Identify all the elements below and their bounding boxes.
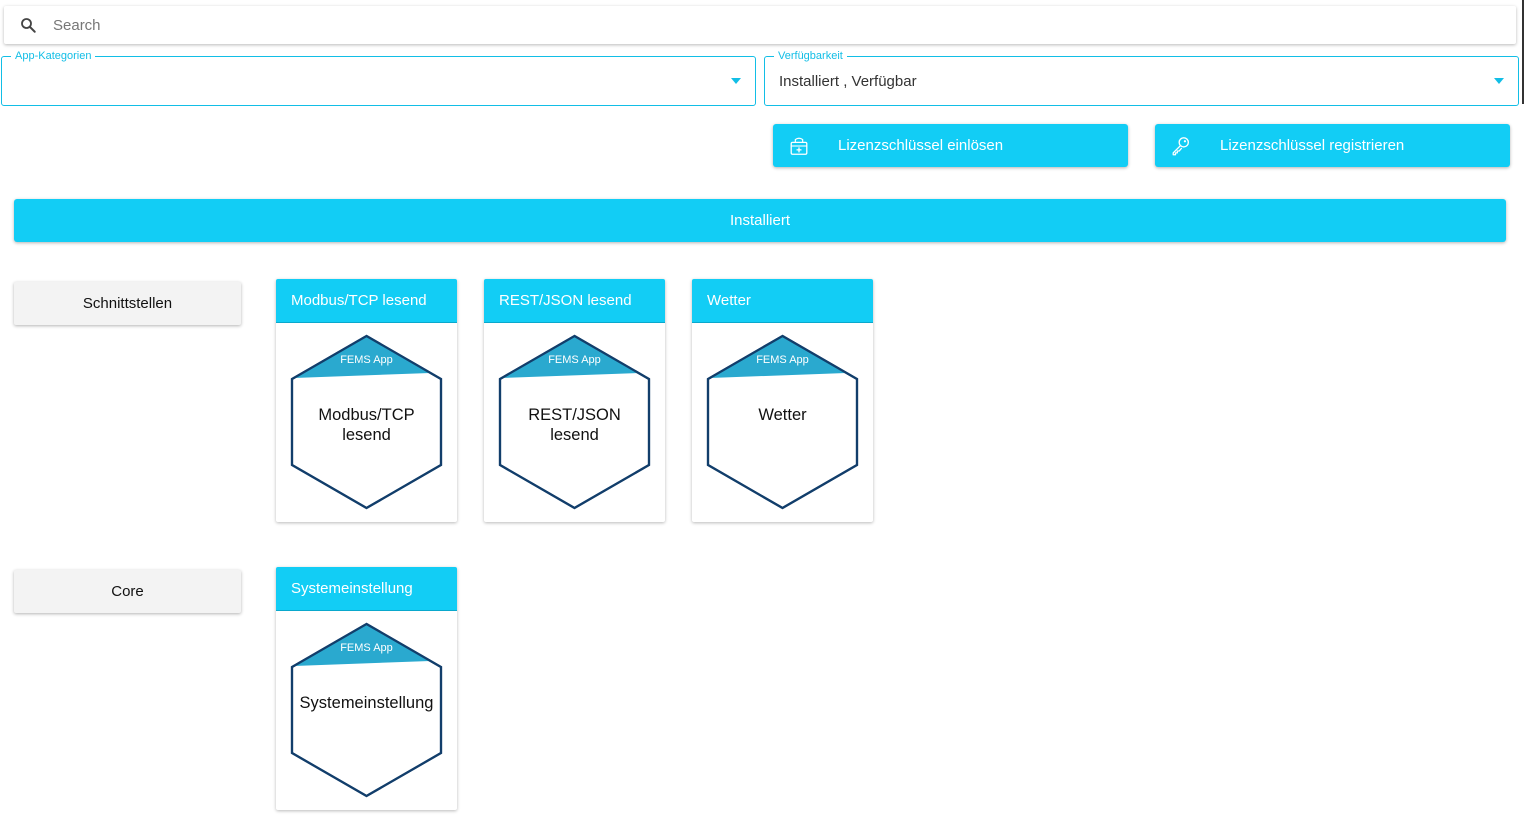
chevron-down-icon — [731, 78, 741, 84]
category-core: Core — [14, 570, 241, 613]
app-icon-label: Systemeinstellung — [276, 693, 457, 713]
search-icon — [21, 18, 36, 33]
chevron-down-icon — [1494, 78, 1504, 84]
register-license-label: Lizenzschlüssel registrieren — [1220, 137, 1405, 154]
fems-app-badge: FEMS App — [340, 354, 393, 366]
register-license-button[interactable]: Lizenzschlüssel registrieren — [1155, 124, 1510, 167]
category-label: Schnittstellen — [82, 295, 173, 312]
app-card-modbus-tcp[interactable]: Modbus/TCP lesend FEMS App Modbus/TCP le… — [276, 279, 457, 522]
availability-select[interactable]: Verfügbarkeit Installiert , Verfügbar — [764, 49, 1519, 106]
app-card-title-bar: Modbus/TCP lesend — [276, 279, 457, 323]
redeem-license-label: Lizenzschlüssel einlösen — [838, 137, 1004, 154]
key-icon — [1172, 136, 1190, 155]
scrollbar[interactable] — [1522, 0, 1524, 104]
app-card-title: Wetter — [707, 292, 751, 309]
fems-app-badge: FEMS App — [340, 642, 393, 654]
app-card-rest-json[interactable]: REST/JSON lesend FEMS App REST/JSON lese… — [484, 279, 665, 522]
availability-label: Verfügbarkeit — [774, 49, 847, 63]
app-icon-label: REST/JSON lesend — [484, 405, 665, 445]
app-card-title-bar: Wetter — [692, 279, 873, 323]
search-bar[interactable] — [4, 6, 1516, 44]
app-card-wetter[interactable]: Wetter FEMS App Wetter — [692, 279, 873, 522]
installed-section-header[interactable]: Installiert — [14, 199, 1506, 242]
fems-app-badge: FEMS App — [756, 354, 809, 366]
installed-section-title: Installiert — [729, 212, 791, 229]
app-categories-select[interactable]: App-Kategorien — [1, 49, 756, 106]
app-card-title: REST/JSON lesend — [499, 292, 632, 309]
app-card-title-bar: REST/JSON lesend — [484, 279, 665, 323]
app-icon-label-line: Systemeinstellung — [299, 694, 434, 712]
app-icon-label-line: lesend — [550, 426, 599, 444]
app-icon-label-line: Wetter — [758, 406, 807, 424]
app-icon-label: Modbus/TCP lesend — [276, 405, 457, 445]
app-card-systemeinstellung[interactable]: Systemeinstellung FEMS App Systemeinstel… — [276, 567, 457, 810]
app-card-title: Modbus/TCP lesend — [291, 292, 427, 309]
app-card-title: Systemeinstellung — [291, 580, 413, 597]
gift-icon — [790, 137, 808, 155]
app-icon-label-line: lesend — [342, 426, 391, 444]
category-schnittstellen: Schnittstellen — [14, 282, 241, 325]
app-icon-label-line: Modbus/TCP — [318, 406, 415, 424]
fems-app-badge: FEMS App — [548, 354, 601, 366]
search-input[interactable] — [53, 16, 1453, 34]
app-card-title-bar: Systemeinstellung — [276, 567, 457, 611]
category-label: Core — [111, 583, 144, 600]
redeem-license-button[interactable]: Lizenzschlüssel einlösen — [773, 124, 1128, 167]
app-categories-label: App-Kategorien — [11, 49, 96, 63]
app-icon-label: Wetter — [692, 405, 873, 425]
availability-value: Installiert , Verfügbar — [779, 73, 917, 90]
app-icon-label-line: REST/JSON — [528, 406, 621, 424]
